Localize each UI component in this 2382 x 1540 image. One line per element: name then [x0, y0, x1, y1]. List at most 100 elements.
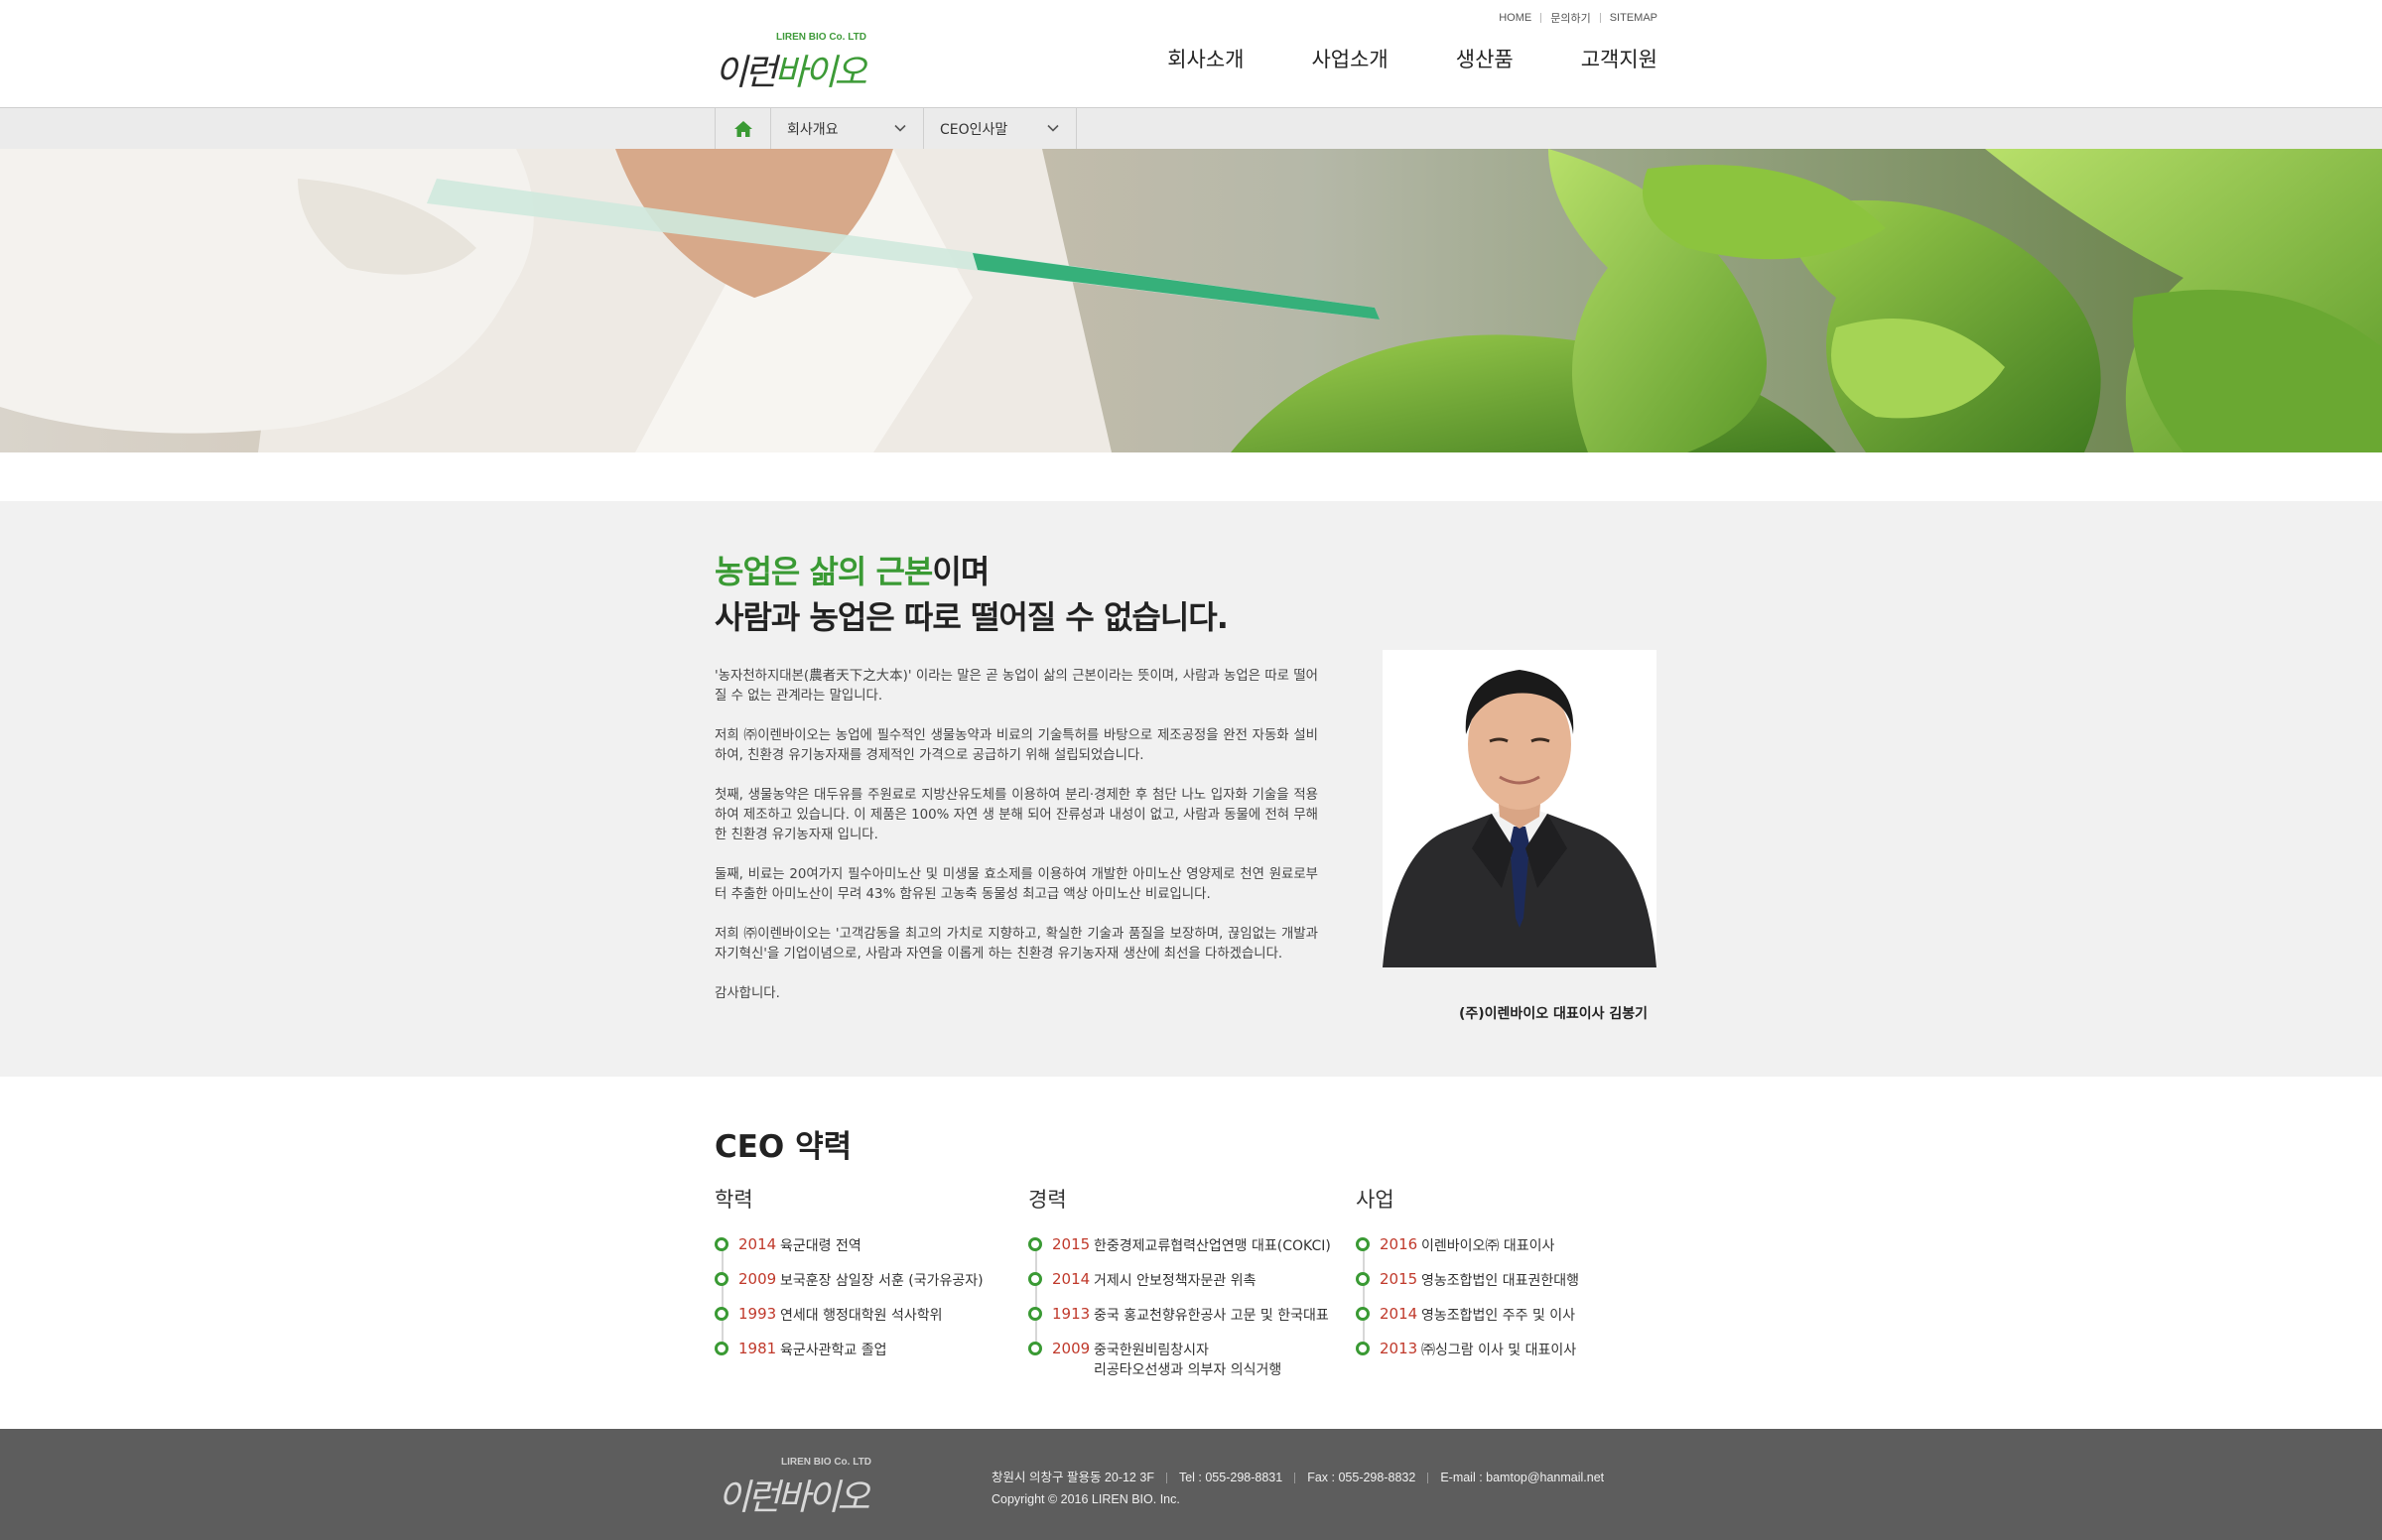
timeline-text-line2: 리공타오선생과 의부자 의식거행	[1094, 1362, 1282, 1378]
timeline-dot	[1028, 1307, 1042, 1321]
logo-english: LIREN BIO Co. LTD	[781, 1457, 871, 1468]
site-logo[interactable]: LIREN BIO Co. LTD 이런바이오	[715, 30, 888, 93]
headline-rest: 이며	[932, 553, 990, 590]
timeline-year: 2014	[738, 1235, 777, 1253]
depth1-label: 회사개요	[787, 121, 839, 138]
timeline-dot	[1028, 1342, 1042, 1355]
utility-links: HOME 문의하기 SITEMAP	[1499, 10, 1657, 26]
util-home-link[interactable]: HOME	[1499, 12, 1531, 24]
paragraph: 저희 ㈜이렌바이오는 '고객감동을 최고의 가치로 지향하고, 확실한 기술과 …	[715, 927, 1318, 962]
timeline-dot	[715, 1237, 728, 1251]
footer-logo: LIREN BIO Co. LTD 이런바이오	[718, 1455, 901, 1518]
site-header: LIREN BIO Co. LTD 이런바이오 HOME 문의하기 SITEMA…	[0, 0, 2382, 108]
timeline-item: 2014 육군대령 전역	[715, 1235, 984, 1270]
timeline-item: 2009 보국훈장 삼일장 서훈 (국가유공자)	[715, 1270, 984, 1305]
timeline-text: 육군사관학교 졸업	[780, 1343, 887, 1358]
timeline-text: 보국훈장 삼일장 서훈 (국가유공자)	[780, 1273, 984, 1289]
timeline-year: 2015	[1380, 1270, 1418, 1288]
column-title: 학력	[715, 1188, 753, 1212]
timeline-dot	[1356, 1342, 1370, 1355]
logo-korean-b: 바이오	[777, 1477, 869, 1518]
timeline-item: 2014 거제시 안보정책자문관 위촉	[1028, 1270, 1331, 1305]
ceo-portrait-image	[1383, 650, 1656, 967]
timeline: 2015 한중경제교류협력산업연맹 대표(COKCI) 2014 거제시 안보정책자…	[1028, 1235, 1331, 1389]
column-title: 경력	[1028, 1188, 1067, 1212]
gnb-business[interactable]: 사업소개	[1311, 44, 1388, 73]
timeline-dot	[715, 1342, 728, 1355]
timeline-text: 한중경제교류협력산업연맹 대표(COKCI)	[1094, 1238, 1331, 1254]
timeline-text: 영농조합법인 주주 및 이사	[1421, 1308, 1576, 1324]
timeline-item: 2015 한중경제교류협력산업연맹 대표(COKCI)	[1028, 1235, 1331, 1270]
timeline-text: ㈜싱그람 이사 및 대표이사	[1421, 1343, 1577, 1358]
timeline-line	[722, 1243, 724, 1348]
breadcrumb: 회사개요 CEO인사말	[715, 108, 1077, 149]
timeline-year: 2009	[738, 1270, 777, 1288]
timeline-dot	[715, 1307, 728, 1321]
timeline-text: 이렌바이오㈜ 대표이사	[1421, 1238, 1555, 1254]
chevron-down-icon	[1047, 124, 1059, 132]
ceo-portrait	[1383, 650, 1656, 967]
divider	[1540, 13, 1542, 23]
timeline-year: 2014	[1380, 1305, 1418, 1323]
paragraph: 둘째, 비료는 20여가지 필수아미노산 및 미생물 효소제를 이용하여 개발한…	[715, 867, 1318, 902]
greeting-headline: 농업은 삶의 근본이며 사람과 농업은 따로 떨어질 수 없습니다.	[715, 549, 1229, 640]
logo-korean: 이런바이오	[715, 44, 867, 95]
timeline-item: 2014 영농조합법인 주주 및 이사	[1356, 1305, 1579, 1340]
timeline-dot	[1028, 1272, 1042, 1286]
divider	[1599, 13, 1601, 23]
timeline-year: 2009	[1052, 1340, 1091, 1357]
ceo-signature: (주)이렌바이오 대표이사 김봉기	[1459, 1006, 1648, 1022]
lab-plant-photo	[0, 149, 2382, 452]
gnb-support[interactable]: 고객지원	[1581, 44, 1657, 73]
divider	[1427, 1473, 1429, 1484]
gnb-products[interactable]: 생산품	[1456, 44, 1514, 73]
footer-fax: Fax : 055-298-8832	[1307, 1471, 1416, 1484]
timeline-text-line1: 중국한원비림창시자	[1094, 1343, 1209, 1358]
depth2-dropdown[interactable]: CEO인사말	[924, 108, 1077, 149]
hero-banner-image	[0, 149, 2382, 452]
logo-korean: 이런바이오	[718, 1469, 870, 1520]
timeline-dot	[1356, 1307, 1370, 1321]
timeline-item: 2015 영농조합법인 대표권한대행	[1356, 1270, 1579, 1305]
greeting-body: '농자천하지대본(農者天下之大本)' 이라는 말은 곧 농업이 삶의 근본이라는…	[715, 667, 1318, 1024]
timeline-year: 1913	[1052, 1305, 1091, 1323]
logo-korean-a: 이런	[718, 1477, 780, 1518]
timeline-year: 1993	[738, 1305, 777, 1323]
util-contact-link[interactable]: 문의하기	[1550, 10, 1590, 26]
main-navigation: 회사소개 사업소개 생산품 고객지원	[1167, 44, 1657, 73]
footer-contact-line: 창원시 의창구 팔용동 20-12 3F Tel : 055-298-8831 Fa…	[992, 1467, 1604, 1488]
timeline-item: 1913 중국 홍교천향유한공사 고문 및 한국대표	[1028, 1305, 1331, 1340]
paragraph: '농자천하지대본(農者天下之大本)' 이라는 말은 곧 농업이 삶의 근본이라는…	[715, 669, 1318, 704]
timeline-year: 1981	[738, 1340, 777, 1357]
timeline-dot	[1028, 1237, 1042, 1251]
footer-email: E-mail : bamtop@hanmail.net	[1440, 1471, 1605, 1484]
career-title: CEO 약력	[715, 1129, 853, 1165]
gnb-company[interactable]: 회사소개	[1167, 44, 1244, 73]
timeline-line	[1363, 1243, 1365, 1348]
home-icon	[733, 120, 752, 137]
sub-navigation-bar: 회사개요 CEO인사말	[0, 108, 2382, 149]
timeline-dot	[1356, 1272, 1370, 1286]
util-sitemap-link[interactable]: SITEMAP	[1610, 12, 1657, 24]
timeline-item: 2016 이렌바이오㈜ 대표이사	[1356, 1235, 1579, 1270]
career-column-education: 학력 2014 육군대령 전역 2009 보국훈장 삼일장 서훈 (국가유공자) 1…	[715, 1184, 984, 1374]
paragraph: 감사합니다.	[715, 986, 780, 1001]
footer-info: 창원시 의창구 팔용동 20-12 3F Tel : 055-298-8831 Fa…	[992, 1467, 1604, 1510]
paragraph: 저희 ㈜이렌바이오는 농업에 필수적인 생물농약과 비료의 기술특허를 바탕으로…	[715, 728, 1318, 763]
timeline-year: 2016	[1380, 1235, 1418, 1253]
site-footer: LIREN BIO Co. LTD 이런바이오 창원시 의창구 팔용동 20-1…	[0, 1429, 2382, 1540]
timeline-dot	[1356, 1237, 1370, 1251]
depth1-dropdown[interactable]: 회사개요	[771, 108, 924, 149]
timeline-item: 1993 연세대 행정대학원 석사학위	[715, 1305, 984, 1340]
timeline-item: 1981 육군사관학교 졸업	[715, 1340, 984, 1374]
logo-korean-a: 이런	[715, 53, 777, 93]
timeline-item: 2013 ㈜싱그람 이사 및 대표이사	[1356, 1340, 1579, 1374]
footer-tel: Tel : 055-298-8831	[1178, 1471, 1283, 1484]
ceo-greeting-section: 농업은 삶의 근본이며 사람과 농업은 따로 떨어질 수 없습니다. '농자천하…	[0, 501, 2382, 1077]
paragraph: 첫째, 생물농약은 대두유를 주원료로 지방산유도체를 이용하여 분리·경제한 …	[715, 788, 1318, 842]
timeline-text: 육군대령 전역	[780, 1238, 861, 1254]
timeline-dot	[715, 1272, 728, 1286]
timeline-text: 연세대 행정대학원 석사학위	[780, 1308, 943, 1324]
column-title: 사업	[1356, 1188, 1394, 1212]
home-button[interactable]	[716, 108, 771, 149]
